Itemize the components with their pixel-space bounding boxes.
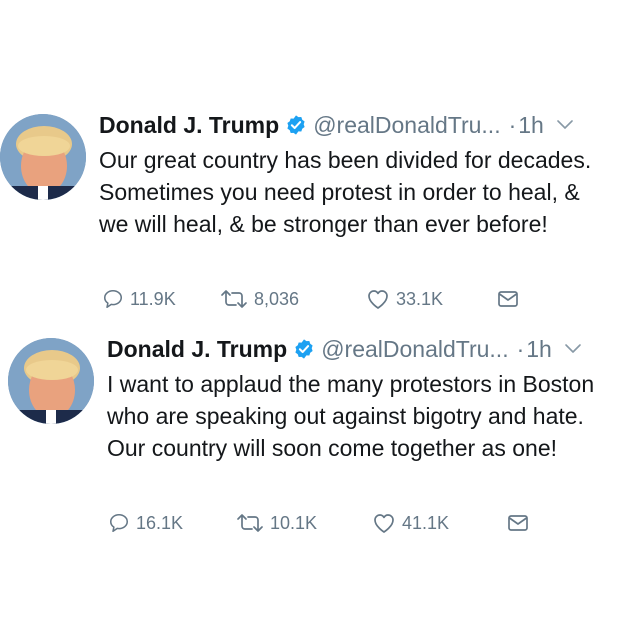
separator-dot: ·	[508, 112, 517, 138]
retweet-count: 8,036	[254, 288, 300, 309]
reply-count: 16.1K	[136, 512, 184, 533]
tweet-text: Our great country has been divided for d…	[99, 147, 592, 237]
avatar[interactable]	[0, 114, 86, 200]
verified-badge-icon	[295, 339, 313, 359]
like-button[interactable]: 33.1K	[366, 288, 496, 310]
like-count: 41.1K	[402, 512, 450, 533]
tweet-actions: 11.9K 8,036 33.1K	[102, 288, 526, 310]
verified-badge-icon	[287, 115, 305, 135]
author-name[interactable]: Donald J. Trump	[99, 111, 279, 139]
profile-photo	[8, 338, 94, 424]
timestamp[interactable]: 1h	[518, 111, 544, 139]
tweet-text: I want to applaud the many protestors in…	[107, 371, 595, 461]
chevron-down-icon[interactable]	[564, 343, 582, 355]
tweet-header: Donald J. Trump @realDonaldTru... · 1h	[99, 111, 574, 139]
author-name[interactable]: Donald J. Trump	[107, 335, 287, 363]
reply-count: 11.9K	[130, 288, 176, 309]
author-handle[interactable]: @realDonaldTru...	[313, 111, 500, 139]
reply-button[interactable]: 16.1K	[108, 512, 236, 534]
reply-icon	[109, 513, 129, 533]
direct-message-button[interactable]	[496, 288, 526, 310]
like-icon	[374, 514, 394, 533]
direct-message-button[interactable]	[506, 512, 536, 534]
retweet-icon	[221, 290, 247, 308]
tweet-actions: 16.1K 10.1K 41.1K	[108, 512, 536, 534]
retweet-count: 10.1K	[270, 512, 318, 533]
profile-photo	[0, 114, 86, 200]
like-button[interactable]: 41.1K	[372, 512, 506, 534]
reply-button[interactable]: 11.9K	[102, 288, 220, 310]
timestamp[interactable]: 1h	[526, 335, 552, 363]
separator-dot: ·	[516, 336, 525, 362]
tweet-header: Donald J. Trump @realDonaldTru... · 1h	[107, 335, 582, 363]
like-icon	[368, 290, 388, 309]
retweet-icon	[237, 514, 263, 532]
direct-message-icon	[508, 515, 528, 531]
author-handle[interactable]: @realDonaldTru...	[321, 335, 508, 363]
retweet-button[interactable]: 10.1K	[236, 512, 372, 534]
chevron-down-icon[interactable]	[556, 119, 574, 131]
reply-icon	[103, 289, 123, 309]
direct-message-icon	[498, 291, 518, 307]
avatar[interactable]	[8, 338, 94, 424]
like-count: 33.1K	[396, 288, 444, 309]
retweet-button[interactable]: 8,036	[220, 288, 366, 310]
